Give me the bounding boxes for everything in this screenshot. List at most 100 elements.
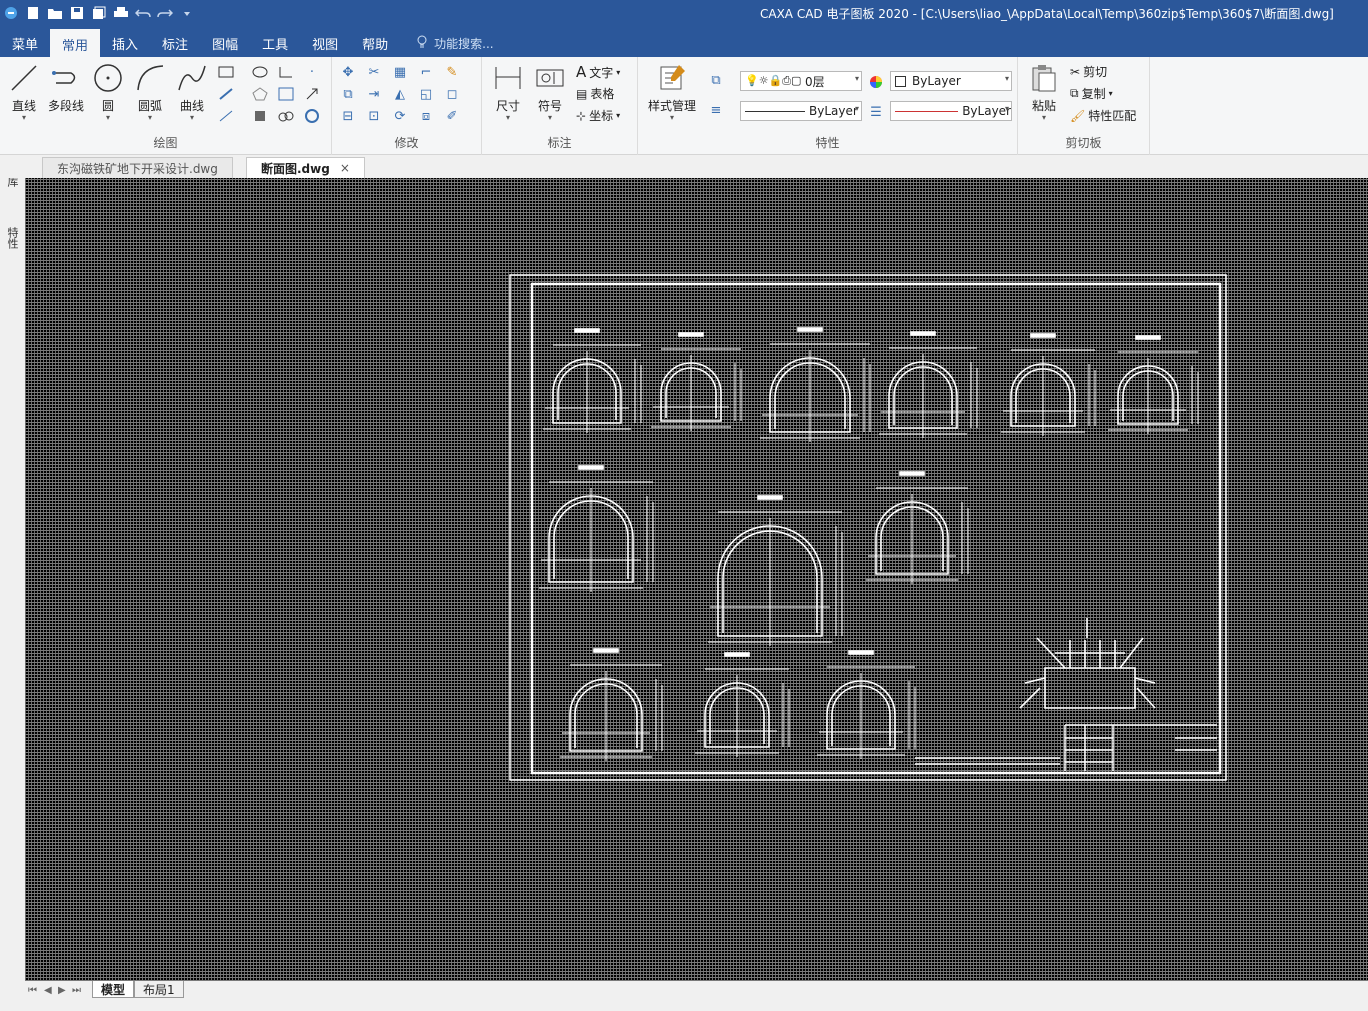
ellipse-icon[interactable]: [250, 63, 270, 81]
paste-icon: [1027, 61, 1061, 95]
hatch-icon[interactable]: [276, 85, 296, 103]
move-icon[interactable]: ✥: [338, 63, 358, 81]
tab-tools[interactable]: 工具: [250, 30, 300, 57]
arc-button[interactable]: 圆弧 ▾: [130, 61, 170, 122]
print-icon[interactable]: [112, 4, 130, 22]
tab-frame[interactable]: 图幅: [200, 30, 250, 57]
rectangle-icon[interactable]: [216, 63, 236, 81]
symbol-button[interactable]: 符号 ▾: [530, 61, 570, 122]
rotate-icon[interactable]: ⟳: [390, 107, 410, 125]
dimension-button[interactable]: 尺寸 ▾: [488, 61, 528, 122]
style-manager-icon: [655, 61, 689, 95]
curve-button[interactable]: 曲线 ▾: [172, 61, 212, 122]
arc-icon: [133, 61, 167, 95]
tab-common[interactable]: 常用: [50, 29, 101, 57]
mirror-icon[interactable]: ◭: [390, 85, 410, 103]
layout-tab-model[interactable]: 模型: [92, 981, 135, 998]
edit-icon[interactable]: ✐: [442, 107, 462, 125]
annotate-group: 尺寸 ▾ 符号 ▾ A 文字 ▾ ▤ 表格 ⊹ 坐标 ▾ 标注: [482, 57, 638, 155]
first-layout-icon[interactable]: ⏮: [28, 985, 37, 996]
center-line-icon[interactable]: [216, 85, 236, 103]
tunnel-section: [560, 648, 663, 761]
fillet-icon[interactable]: ⌐: [416, 63, 436, 81]
symbol-label: 符号: [537, 99, 562, 113]
fill-icon[interactable]: [250, 107, 270, 125]
text-button[interactable]: A 文字 ▾: [576, 63, 620, 81]
circle-button[interactable]: 圆 ▾: [88, 61, 128, 122]
save-icon[interactable]: [68, 4, 86, 22]
color-swatch: [895, 75, 906, 87]
scale-icon[interactable]: ◱: [416, 85, 436, 103]
dropdown-arrow-icon: ▾: [105, 113, 110, 122]
layout-tab-layout1[interactable]: 布局1: [134, 981, 184, 998]
circle-icon: [91, 61, 125, 95]
customize-icon[interactable]: [178, 4, 196, 22]
polygon-icon[interactable]: [250, 85, 270, 103]
undo-icon[interactable]: [134, 4, 152, 22]
linetype-select[interactable]: ByLayer ▾: [740, 101, 862, 121]
cloud-icon[interactable]: [276, 107, 296, 125]
break-icon[interactable]: ⊡: [364, 107, 384, 125]
dropdown-arrow-icon: ▾: [189, 113, 194, 122]
open-icon[interactable]: [46, 4, 64, 22]
line-button[interactable]: 直线 ▾: [4, 61, 44, 122]
copy-icon: ⧉: [1070, 86, 1079, 100]
extend-icon[interactable]: ⇥: [364, 85, 384, 103]
next-layout-icon[interactable]: ▶: [58, 985, 66, 996]
new-icon[interactable]: [24, 4, 42, 22]
arrow-icon[interactable]: [302, 85, 322, 103]
color-wheel-icon[interactable]: [866, 73, 886, 91]
polyline-label: 多段线: [47, 99, 84, 113]
tunnel-section: [695, 652, 790, 757]
linetype-value: ByLayer: [809, 104, 858, 118]
trim-icon[interactable]: ✂: [364, 63, 384, 81]
clipboard-group-label: 剪切板: [1065, 136, 1102, 150]
tab-help[interactable]: 帮助: [350, 30, 400, 57]
layer-select[interactable]: 💡☼🔒⎙▢ 0层 ▾: [740, 71, 862, 91]
tab-menu[interactable]: 菜单: [0, 30, 50, 57]
ray-icon[interactable]: [216, 107, 236, 125]
paste-button[interactable]: 粘贴 ▾: [1024, 61, 1064, 122]
close-icon[interactable]: ×: [340, 161, 350, 175]
quick-access-toolbar: [2, 2, 196, 24]
match-properties-button[interactable]: 🖌 特性匹配: [1070, 107, 1136, 124]
array-icon[interactable]: ▦: [390, 63, 410, 81]
layer-states-icon[interactable]: ⧉: [706, 71, 726, 89]
doc-tab-section[interactable]: 断面图.dwg ×: [246, 157, 365, 178]
tab-view[interactable]: 视图: [300, 30, 350, 57]
erase-icon[interactable]: ✎: [442, 63, 462, 81]
stretch-icon[interactable]: ◻: [442, 85, 462, 103]
cut-button[interactable]: ✂ 剪切: [1070, 63, 1107, 80]
app-icon[interactable]: [2, 4, 20, 22]
linetype-sample: [745, 110, 805, 112]
copy-object-icon[interactable]: ⧉: [338, 85, 358, 103]
layer-menu-icon[interactable]: ≡: [706, 101, 726, 119]
tab-annotate[interactable]: 标注: [150, 30, 200, 57]
point-icon[interactable]: ·: [302, 63, 322, 81]
style-manager-button[interactable]: 样式管理 ▾: [646, 61, 698, 122]
line-label: 直线: [11, 99, 36, 113]
coordinate-button[interactable]: ⊹ 坐标 ▾: [576, 107, 620, 124]
prev-layout-icon[interactable]: ◀: [44, 985, 52, 996]
curve-label: 曲线: [179, 99, 204, 113]
save-all-icon[interactable]: [90, 4, 108, 22]
lineweight-icon[interactable]: ☰: [866, 103, 886, 121]
drawing-canvas[interactable]: [25, 178, 1368, 981]
polyline-button[interactable]: 多段线: [46, 61, 86, 114]
layer-state-icons: 💡☼🔒⎙▢: [745, 74, 805, 87]
table-button[interactable]: ▤ 表格: [576, 85, 614, 102]
explode-icon[interactable]: ⧈: [416, 107, 436, 125]
offset-icon[interactable]: ⊟: [338, 107, 358, 125]
last-layout-icon[interactable]: ⏭: [72, 985, 81, 996]
doc-tab-main[interactable]: 东沟磁铁矿地下开采设计.dwg: [42, 157, 233, 178]
tab-insert[interactable]: 插入: [100, 30, 150, 57]
lineweight-select[interactable]: ByLayer ▾: [890, 101, 1012, 121]
lightbulb-icon: [416, 35, 428, 52]
redo-icon[interactable]: [156, 4, 174, 22]
donut-icon[interactable]: [302, 107, 322, 125]
function-search[interactable]: 功能搜索...: [400, 30, 494, 57]
color-select[interactable]: ByLayer ▾: [890, 71, 1012, 91]
side-tab-properties[interactable]: 特性: [4, 227, 20, 249]
angle-icon[interactable]: [276, 63, 296, 81]
copy-button[interactable]: ⧉ 复制 ▾: [1070, 85, 1113, 102]
